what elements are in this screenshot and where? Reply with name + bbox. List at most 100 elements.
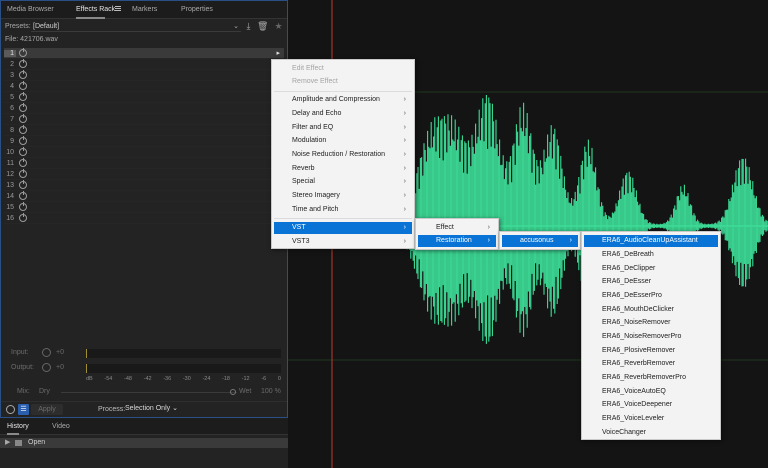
accusonus-submenu: ERA6_AudioCleanUpAssistant ERA6_DeBreath… xyxy=(581,231,721,440)
menu-special[interactable]: Special › xyxy=(274,176,412,188)
power-icon[interactable] xyxy=(19,92,27,101)
power-icon[interactable] xyxy=(19,213,27,222)
menu-era6-reverbremoverpro[interactable]: ERA6_ReverbRemoverPro xyxy=(584,372,718,384)
effect-slot[interactable]: 13 xyxy=(4,180,284,191)
menu-era6-reverbremover[interactable]: ERA6_ReverbRemover xyxy=(584,358,718,370)
tab-properties[interactable]: Properties xyxy=(181,1,213,19)
effect-slot[interactable]: 9 xyxy=(4,136,284,147)
effect-slot[interactable]: 6 xyxy=(4,103,284,114)
effect-slot[interactable]: 2 xyxy=(4,59,284,70)
menu-era6-voiceleveler[interactable]: ERA6_VoiceLeveler xyxy=(584,413,718,425)
chevron-right-icon: › xyxy=(403,165,406,172)
power-icon[interactable] xyxy=(19,125,27,134)
menu-filter[interactable]: Filter and EQ › xyxy=(274,122,412,134)
tab-history[interactable]: History xyxy=(7,419,29,435)
effect-slot[interactable]: 4 xyxy=(4,81,284,92)
effect-slot[interactable]: 5 xyxy=(4,92,284,103)
menu-era6-voicedeepener[interactable]: ERA6_VoiceDeepener xyxy=(584,399,718,411)
input-label: Input: xyxy=(11,349,29,356)
menu-era6-deesser[interactable]: ERA6_DeEsser xyxy=(584,276,718,288)
menu-label: Modulation xyxy=(292,137,327,144)
effect-slot[interactable]: 1 ▸ xyxy=(4,48,284,59)
effect-slot[interactable]: 10 xyxy=(4,147,284,158)
panel-menu-icon[interactable] xyxy=(115,5,122,14)
power-icon[interactable] xyxy=(19,158,27,167)
presets-label: Presets: xyxy=(5,23,31,30)
mix-slider-handle[interactable] xyxy=(230,389,236,395)
menu-era6-plosiveremover[interactable]: ERA6_PlosiveRemover xyxy=(584,345,718,357)
menu-era6-noiseremoverpro[interactable]: ERA6_NoiseRemoverPro xyxy=(584,331,718,343)
master-power-icon[interactable] xyxy=(6,405,15,414)
menu-noise-reduction[interactable]: Noise Reduction / Restoration › xyxy=(274,149,412,161)
effect-slot[interactable]: 7 xyxy=(4,114,284,125)
effect-slot[interactable]: 16 xyxy=(4,213,284,224)
menu-accusonus[interactable]: accusonus › xyxy=(502,235,578,247)
menu-stereo-imagery[interactable]: Stereo Imagery › xyxy=(274,190,412,202)
presets-dropdown[interactable]: [Default] ⌄ xyxy=(31,21,241,32)
favorite-star-icon[interactable]: ★ xyxy=(273,21,284,32)
power-icon[interactable] xyxy=(19,180,27,189)
power-icon[interactable] xyxy=(19,81,27,90)
menu-era6-noiseremover[interactable]: ERA6_NoiseRemover xyxy=(584,317,718,329)
menu-era6-audiocleanupassistant[interactable]: ERA6_AudioCleanUpAssistant xyxy=(584,235,718,247)
effect-slot[interactable]: 11 xyxy=(4,158,284,169)
panel-tab-bar: Media Browser Effects Rack Markers Prope… xyxy=(1,1,287,19)
menu-label: Effect xyxy=(436,224,454,231)
power-icon[interactable] xyxy=(19,169,27,178)
menu-effect[interactable]: Effect › xyxy=(418,222,496,234)
menu-era6-declipper[interactable]: ERA6_DeClipper xyxy=(584,263,718,275)
menu-era6-debreath[interactable]: ERA6_DeBreath xyxy=(584,249,718,261)
mix-slider-track[interactable] xyxy=(61,392,237,393)
power-icon[interactable] xyxy=(19,136,27,145)
tab-media-browser[interactable]: Media Browser xyxy=(7,1,54,19)
menu-label: Special xyxy=(292,178,315,185)
menu-remove-effect[interactable]: Remove Effect xyxy=(274,76,412,88)
power-icon[interactable] xyxy=(19,70,27,79)
input-gain-knob[interactable] xyxy=(42,348,51,357)
chevron-right-icon: › xyxy=(403,124,406,131)
effect-slot[interactable]: 15 xyxy=(4,202,284,213)
menu-era6-mouthdeclicker[interactable]: ERA6_MouthDeClicker xyxy=(584,304,718,316)
rack-toolbar: ☰ Apply Process: Selection Only ⌄ xyxy=(1,401,287,417)
wet-label: Wet xyxy=(239,388,252,395)
tab-effects-rack[interactable]: Effects Rack xyxy=(76,1,115,19)
menu-label: Delay and Echo xyxy=(292,110,342,117)
power-icon[interactable] xyxy=(19,48,27,57)
menu-reverb[interactable]: Reverb › xyxy=(274,163,412,175)
restoration-submenu: accusonus › xyxy=(499,231,581,250)
power-icon[interactable] xyxy=(19,114,27,123)
delete-preset-icon[interactable]: 🗑 xyxy=(257,21,268,32)
power-icon[interactable] xyxy=(19,191,27,200)
power-icon[interactable] xyxy=(19,103,27,112)
menu-delay[interactable]: Delay and Echo › xyxy=(274,108,412,120)
menu-modulation[interactable]: Modulation › xyxy=(274,135,412,147)
output-gain-knob[interactable] xyxy=(42,363,51,372)
menu-label: Reverb xyxy=(292,165,315,172)
effect-slot[interactable]: 3 xyxy=(4,70,284,81)
process-dropdown[interactable]: Selection Only ⌄ xyxy=(125,404,178,412)
effect-slot[interactable]: 8 xyxy=(4,125,284,136)
menu-restoration[interactable]: Restoration › xyxy=(418,235,496,247)
effect-slot[interactable]: 14 xyxy=(4,191,284,202)
apply-button[interactable]: Apply xyxy=(31,404,63,415)
tab-markers[interactable]: Markers xyxy=(132,1,157,19)
history-item[interactable]: ▶ Open xyxy=(0,438,288,448)
save-preset-icon[interactable]: ⤓ xyxy=(243,21,254,32)
menu-time-pitch[interactable]: Time and Pitch › xyxy=(274,204,412,216)
power-icon[interactable] xyxy=(19,147,27,156)
menu-era6-voiceautoeq[interactable]: ERA6_VoiceAutoEQ xyxy=(584,386,718,398)
list-view-icon[interactable]: ☰ xyxy=(18,404,29,415)
menu-vst[interactable]: VST › xyxy=(274,222,412,234)
level-meters: Input: +0 Output: +0 dB -54 -48 -42 -36 … xyxy=(1,345,287,397)
tab-video[interactable]: Video xyxy=(52,419,70,435)
menu-era6-deesserpro[interactable]: ERA6_DeEsserPro xyxy=(584,290,718,302)
effect-slot[interactable]: 12 xyxy=(4,169,284,180)
menu-amplitude[interactable]: Amplitude and Compression › xyxy=(274,94,412,106)
power-icon[interactable] xyxy=(19,59,27,68)
menu-edit-effect[interactable]: Edit Effect xyxy=(274,63,412,75)
menu-voicechanger[interactable]: VoiceChanger xyxy=(584,427,718,439)
menu-vst3[interactable]: VST3 › xyxy=(274,236,412,248)
play-arrow-icon[interactable]: ▸ xyxy=(276,49,280,57)
power-icon[interactable] xyxy=(19,202,27,211)
menu-label: Noise Reduction / Restoration xyxy=(292,151,385,158)
